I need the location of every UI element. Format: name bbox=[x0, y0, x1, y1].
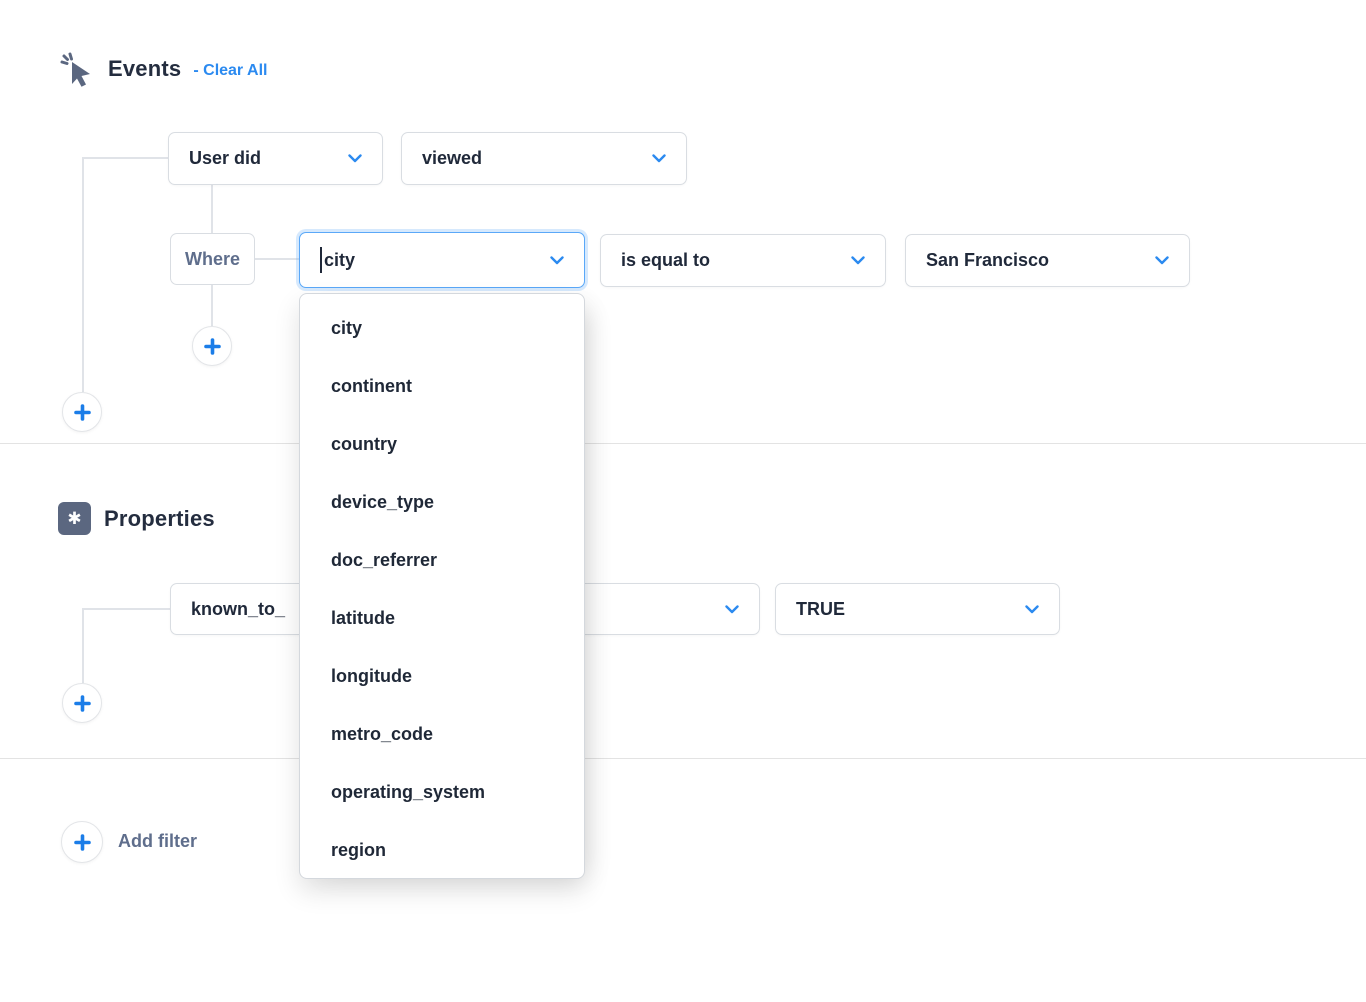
event-name-dropdown[interactable]: viewed bbox=[401, 132, 687, 185]
user-did-label: User did bbox=[189, 148, 261, 169]
plus-icon bbox=[74, 695, 91, 712]
dropdown-option[interactable]: longitude bbox=[300, 647, 584, 705]
event-property-combobox[interactable]: city bbox=[299, 232, 585, 288]
add-property-button[interactable] bbox=[62, 683, 102, 723]
property-value-label: TRUE bbox=[796, 599, 845, 620]
connector-line bbox=[211, 285, 213, 326]
connector-line bbox=[82, 608, 170, 610]
where-label: Where bbox=[185, 249, 240, 270]
chevron-down-icon bbox=[1025, 605, 1039, 614]
asterisk-icon: ✱ bbox=[58, 502, 91, 535]
chevron-down-icon bbox=[652, 154, 666, 163]
dropdown-option-label: continent bbox=[331, 376, 412, 397]
dropdown-option[interactable]: latitude bbox=[300, 589, 584, 647]
dropdown-option[interactable]: city bbox=[300, 299, 584, 357]
add-event-button[interactable] bbox=[62, 392, 102, 432]
clear-all-link[interactable]: - Clear All bbox=[193, 62, 267, 80]
property-dropdown-menu: city continent country device_type doc_r… bbox=[299, 293, 585, 879]
section-divider bbox=[0, 443, 1366, 444]
dropdown-option-label: device_type bbox=[331, 492, 434, 513]
dropdown-option-label: latitude bbox=[331, 608, 395, 629]
value-dropdown[interactable]: San Francisco bbox=[905, 234, 1190, 287]
where-label-box: Where bbox=[170, 233, 255, 285]
dropdown-option-label: doc_referrer bbox=[331, 550, 437, 571]
text-cursor bbox=[320, 247, 322, 273]
add-condition-button[interactable] bbox=[192, 326, 232, 366]
properties-section-title: Properties bbox=[104, 506, 215, 532]
dropdown-option[interactable]: region bbox=[300, 821, 584, 879]
add-filter-button[interactable] bbox=[61, 821, 103, 863]
properties-header: ✱ Properties bbox=[58, 502, 215, 535]
dropdown-option-label: metro_code bbox=[331, 724, 433, 745]
plus-icon bbox=[204, 338, 221, 355]
section-divider bbox=[0, 758, 1366, 759]
value-label: San Francisco bbox=[926, 250, 1049, 271]
chevron-down-icon bbox=[851, 256, 865, 265]
connector-line bbox=[82, 157, 168, 159]
connector-line bbox=[211, 185, 213, 233]
property-name-label: known_to_ bbox=[191, 599, 285, 620]
dropdown-option-label: country bbox=[331, 434, 397, 455]
operator-label: is equal to bbox=[621, 250, 710, 271]
plus-icon bbox=[74, 404, 91, 421]
dropdown-option[interactable]: device_type bbox=[300, 473, 584, 531]
segment-filter-builder: Events - Clear All User did viewed Where… bbox=[0, 0, 1366, 1002]
chevron-down-icon bbox=[725, 605, 739, 614]
dropdown-option[interactable]: operating_system bbox=[300, 763, 584, 821]
dropdown-option-label: region bbox=[331, 840, 386, 861]
cursor-click-icon bbox=[56, 48, 98, 90]
dropdown-option[interactable]: doc_referrer bbox=[300, 531, 584, 589]
events-section-title: Events bbox=[108, 56, 181, 82]
event-name-label: viewed bbox=[422, 148, 482, 169]
operator-dropdown[interactable]: is equal to bbox=[600, 234, 886, 287]
chevron-down-icon bbox=[550, 256, 564, 265]
plus-icon bbox=[74, 834, 91, 851]
dropdown-option-label: operating_system bbox=[331, 782, 485, 803]
user-did-dropdown[interactable]: User did bbox=[168, 132, 383, 185]
dropdown-option-label: longitude bbox=[331, 666, 412, 687]
events-header: Events - Clear All bbox=[56, 48, 267, 90]
dropdown-option-label: city bbox=[331, 318, 362, 339]
chevron-down-icon bbox=[348, 154, 362, 163]
dropdown-option[interactable]: continent bbox=[300, 357, 584, 415]
dropdown-option[interactable]: country bbox=[300, 415, 584, 473]
add-filter-label[interactable]: Add filter bbox=[118, 831, 197, 852]
chevron-down-icon bbox=[1155, 256, 1169, 265]
connector-line bbox=[82, 608, 84, 683]
dropdown-option[interactable]: metro_code bbox=[300, 705, 584, 763]
connector-line bbox=[255, 258, 299, 260]
connector-line bbox=[82, 157, 84, 392]
property-value-dropdown[interactable]: TRUE bbox=[775, 583, 1060, 635]
event-property-value: city bbox=[324, 250, 355, 271]
